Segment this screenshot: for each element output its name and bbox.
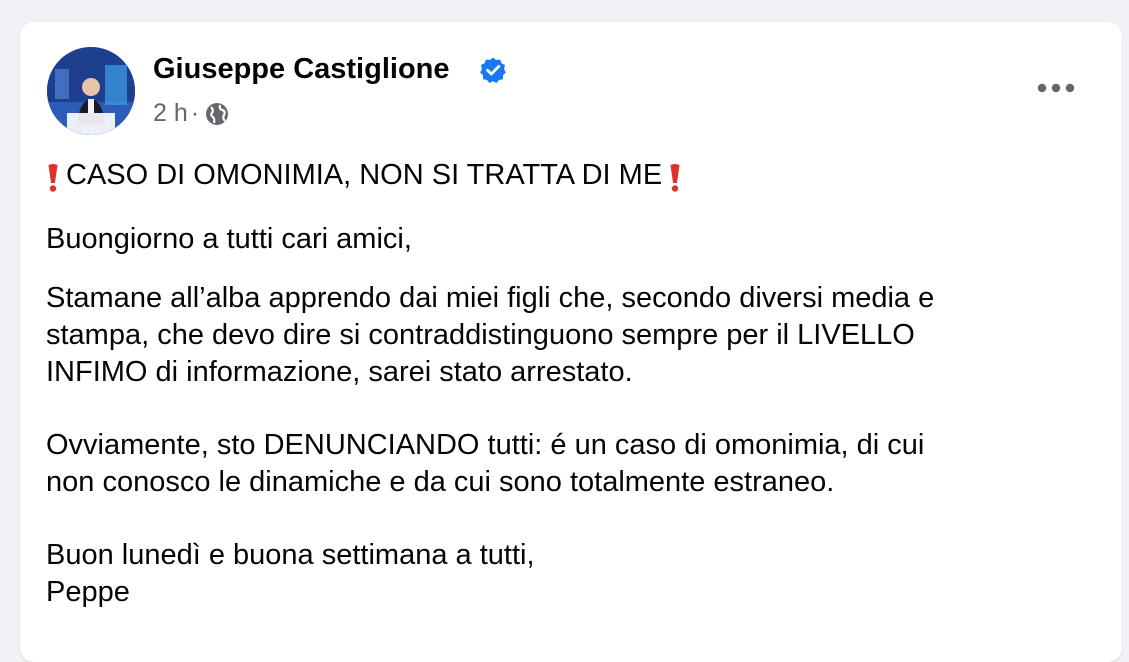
paragraph-line: Stamane all’alba apprendo dai miei figli… [46, 282, 935, 314]
post-card: Giuseppe Castiglione 2 h · CASO DI OMONI… [20, 22, 1122, 662]
closing-line: Buon lunedì e buona settimana a tutti, [46, 539, 535, 571]
paragraph-line: stampa, che devo dire si contraddistingu… [46, 319, 915, 351]
more-horizontal-icon [1037, 83, 1075, 93]
paragraph-line: Ovviamente, sto DENUNCIANDO tutti: é un … [46, 429, 925, 461]
post-meta: 2 h · [153, 99, 230, 128]
post-title: CASO DI OMONIMIA, NON SI TRATTA DI ME [66, 159, 663, 191]
post-title-line: CASO DI OMONIMIA, NON SI TRATTA DI ME [46, 157, 682, 194]
author-name[interactable]: Giuseppe Castiglione [153, 53, 450, 86]
paragraph-line: INFIMO di informazione, sarei stato arre… [46, 356, 633, 388]
post-greeting: Buongiorno a tutti cari amici, [46, 223, 412, 255]
post-paragraph-denounce: Ovviamente, sto DENUNCIANDO tutti: é un … [46, 427, 1066, 501]
globe-icon[interactable] [204, 101, 230, 127]
post-paragraph-main: Stamane all’alba apprendo dai miei figli… [46, 280, 1066, 391]
red-exclamation-icon [48, 163, 58, 192]
verified-badge-icon[interactable] [479, 56, 507, 84]
meta-separator: · [190, 99, 200, 127]
more-options-button[interactable] [1030, 68, 1082, 108]
author-avatar[interactable] [47, 47, 135, 135]
post-closing: Buon lunedì e buona settimana a tutti, P… [46, 537, 1066, 611]
post-timestamp[interactable]: 2 h [153, 99, 188, 128]
paragraph-line: non conosco le dinamiche e da cui sono t… [46, 466, 835, 498]
signature: Peppe [46, 576, 130, 608]
red-exclamation-icon [670, 163, 680, 192]
profile-photo-icon [47, 47, 135, 135]
